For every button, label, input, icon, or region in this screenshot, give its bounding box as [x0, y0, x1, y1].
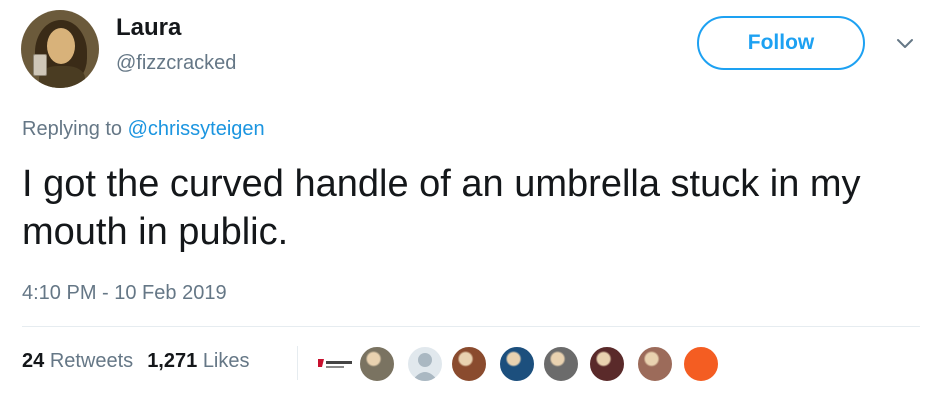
- liker-photo-avatar[interactable]: [498, 345, 536, 383]
- likes-label: Likes: [202, 350, 250, 372]
- liker-photo-avatar[interactable]: [542, 345, 580, 383]
- retweets-count: 24: [22, 350, 45, 372]
- user-handle[interactable]: @fizzcracked: [116, 52, 236, 75]
- brand-logo-icon[interactable]: [314, 351, 358, 377]
- retweets-stat[interactable]: 24 Retweets: [22, 350, 133, 373]
- liker-photo-avatar[interactable]: [588, 345, 626, 383]
- replying-to-line: Replying to @chrissyteigen: [22, 118, 265, 141]
- divider: [22, 326, 920, 327]
- follow-button[interactable]: Follow: [697, 16, 865, 70]
- chevron-down-icon[interactable]: [895, 36, 915, 52]
- liker-photo-avatar[interactable]: [636, 345, 674, 383]
- likes-count: 1,271: [147, 350, 198, 372]
- liker-color-avatar[interactable]: [682, 345, 720, 383]
- mention-link[interactable]: @chrissyteigen: [128, 118, 265, 140]
- avatar[interactable]: [21, 10, 99, 88]
- tweet-text: I got the curved handle of an umbrella s…: [22, 163, 861, 253]
- liker-photo-avatar[interactable]: [358, 345, 396, 383]
- stats-separator: [297, 346, 298, 380]
- liker-default-avatar[interactable]: [406, 345, 444, 383]
- tweet-stats: 24 Retweets 1,271 Likes: [22, 350, 250, 373]
- replying-prefix: Replying to: [22, 118, 123, 140]
- tweet-timestamp[interactable]: 4:10 PM - 10 Feb 2019: [22, 282, 227, 305]
- liker-photo-avatar[interactable]: [450, 345, 488, 383]
- retweets-label: Retweets: [49, 350, 134, 372]
- likes-stat[interactable]: 1,271 Likes: [147, 350, 249, 373]
- user-name[interactable]: Laura: [116, 14, 181, 42]
